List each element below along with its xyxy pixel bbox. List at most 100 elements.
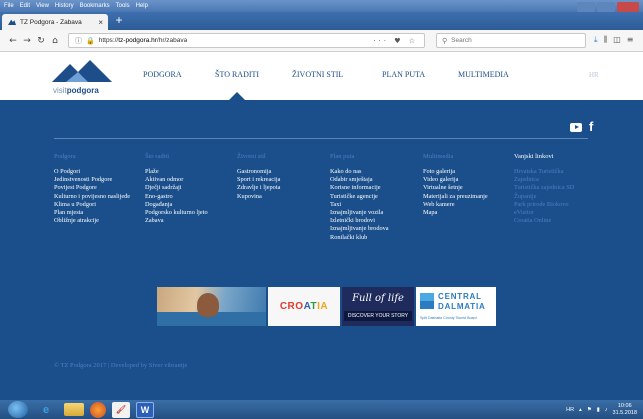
youtube-icon[interactable]: [570, 122, 582, 132]
footer-link[interactable]: Dječji sadržaji: [145, 184, 208, 192]
internet-explorer-icon[interactable]: e: [34, 402, 58, 418]
search-input[interactable]: [451, 37, 572, 44]
footer-link[interactable]: Materijali za preuzimanje: [423, 193, 488, 201]
footer-link[interactable]: Foto galerija: [423, 168, 488, 176]
menu-view[interactable]: View: [36, 3, 49, 9]
firefox-icon[interactable]: [90, 401, 106, 418]
forward-icon[interactable]: →: [20, 36, 34, 46]
footer-link[interactable]: Hrvatska Turistička: [514, 168, 574, 176]
footer-link[interactable]: Park prirode Biokovo: [514, 201, 574, 209]
footer-link[interactable]: Mapa: [423, 209, 488, 217]
sidebar-icon[interactable]: ◫: [613, 35, 621, 45]
footer-link[interactable]: Povijest Podgore: [54, 184, 130, 192]
footer-link[interactable]: Video galerija: [423, 176, 488, 184]
footer-divider: [54, 138, 588, 139]
footer-heading[interactable]: Plan puta: [330, 153, 389, 160]
footer-link[interactable]: Korisne informacije: [330, 184, 389, 192]
footer-link[interactable]: Klima u Podgori: [54, 201, 130, 209]
footer-link[interactable]: Odabir smještaja: [330, 176, 389, 184]
download-icon[interactable]: ⤓: [594, 35, 598, 45]
footer-link[interactable]: Kulturno i povijesno naslijeđe: [54, 193, 130, 201]
word-icon[interactable]: W: [136, 401, 154, 418]
footer-link[interactable]: Virtualne šetnje: [423, 184, 488, 192]
browser-search-box[interactable]: ⚲: [436, 33, 586, 48]
network-icon[interactable]: ▮: [597, 407, 600, 413]
footer-link[interactable]: Županije: [514, 193, 574, 201]
footer-link[interactable]: Plan mjesta: [54, 209, 130, 217]
nav-multimedia[interactable]: MULTIMEDIA: [458, 70, 509, 79]
home-icon[interactable]: ⌂: [48, 36, 62, 46]
footer-link[interactable]: Ronilački klub: [330, 234, 389, 242]
footer-link[interactable]: Croatia Online: [514, 217, 574, 225]
menu-tools[interactable]: Tools: [116, 3, 130, 9]
menu-edit[interactable]: Edit: [20, 3, 30, 9]
keyboard-language[interactable]: HR: [566, 407, 574, 413]
footer-link[interactable]: Plaže: [145, 168, 208, 176]
footer-link[interactable]: Zabava: [145, 217, 208, 225]
url-bar[interactable]: ⓘ 🔒 https://tz-podgora.hr/hr/zabava ··· …: [68, 33, 425, 48]
tab-active[interactable]: TZ Podgora - Zabava ×: [2, 14, 108, 30]
footer-link[interactable]: Kako do nas: [330, 168, 389, 176]
footer-link[interactable]: Obližnje atrakcije: [54, 217, 130, 225]
nav-zivotni-stil[interactable]: ŽIVOTNI STIL: [292, 70, 343, 79]
menu-help[interactable]: Help: [136, 3, 148, 9]
paint-icon[interactable]: 🖌: [112, 401, 130, 418]
footer-link[interactable]: Sport i rekreacija: [237, 176, 280, 184]
footer-link[interactable]: Iznajmljivanje brodova: [330, 225, 389, 233]
active-nav-indicator: [229, 92, 245, 100]
footer-link[interactable]: Iznajmljivanje vozila: [330, 209, 389, 217]
folder-icon[interactable]: [64, 403, 84, 416]
tab-close-icon[interactable]: ×: [98, 18, 103, 27]
url-text[interactable]: https://tz-podgora.hr/hr/zabava: [99, 37, 370, 44]
footer-link[interactable]: Kupovina: [237, 193, 280, 201]
info-icon[interactable]: ⓘ: [75, 36, 82, 46]
nav-sto-raditi[interactable]: ŠTO RADITI: [215, 70, 259, 79]
footer-heading[interactable]: Multimedia: [423, 153, 488, 160]
footer-link[interactable]: Događanja: [145, 201, 208, 209]
footer-link[interactable]: Zdravlje i ljepota: [237, 184, 280, 192]
footer-link[interactable]: Web kamere: [423, 201, 488, 209]
footer-link[interactable]: Turistička zajednica SD: [514, 184, 574, 192]
new-tab-button[interactable]: +: [112, 12, 126, 28]
footer-link[interactable]: Zajednica: [514, 176, 574, 184]
maximize-button[interactable]: [597, 2, 615, 12]
footer-heading[interactable]: Životni stil: [237, 153, 280, 160]
reload-icon[interactable]: ↻: [34, 36, 48, 46]
banner-croatia[interactable]: CROATIA: [268, 287, 340, 326]
banner-photo[interactable]: [157, 287, 266, 326]
footer-link[interactable]: Jedinstvenosti Podgore: [54, 176, 130, 184]
back-icon[interactable]: ←: [6, 36, 20, 46]
facebook-icon[interactable]: f: [589, 120, 593, 133]
menu-icon[interactable]: ≡: [627, 35, 634, 45]
footer-link[interactable]: Izletnički brodovi: [330, 217, 389, 225]
menu-file[interactable]: File: [4, 3, 14, 9]
banner-full-of-life[interactable]: Full of life DISCOVER YOUR STORY: [342, 287, 414, 326]
close-window-button[interactable]: [617, 2, 639, 12]
footer-link[interactable]: Eno-gastro: [145, 193, 208, 201]
footer-heading[interactable]: Što raditi: [145, 153, 208, 160]
footer-heading[interactable]: Podgora: [54, 153, 130, 160]
footer-link[interactable]: Gastronomija: [237, 168, 280, 176]
footer-link[interactable]: Podgorsko kulturno ljeto: [145, 209, 208, 217]
library-icon[interactable]: ⫼: [604, 35, 608, 45]
footer-link[interactable]: Taxi: [330, 201, 389, 209]
menu-history[interactable]: History: [55, 3, 74, 9]
start-button[interactable]: [8, 401, 28, 418]
language-selector[interactable]: HR: [589, 71, 599, 79]
volume-icon[interactable]: ♪: [605, 407, 608, 413]
minimize-button[interactable]: [577, 2, 595, 12]
banner-central-dalmatia[interactable]: CENTRAL DALMATIA Split Dalmatia County T…: [416, 287, 496, 326]
croatia-logo-part: A: [303, 301, 311, 312]
flag-icon[interactable]: ⚑: [587, 407, 592, 413]
menu-bookmarks[interactable]: Bookmarks: [80, 3, 110, 9]
tray-arrow-icon[interactable]: ▴: [579, 407, 582, 413]
footer-link[interactable]: eVisitor: [514, 209, 574, 217]
discover-your-story-button[interactable]: DISCOVER YOUR STORY: [343, 311, 413, 321]
clock[interactable]: 10:06 31.5.2018: [613, 403, 637, 416]
page-actions-icon[interactable]: ··· ♥ ☆: [373, 37, 418, 45]
footer-link[interactable]: Aktivan odmor: [145, 176, 208, 184]
footer-link[interactable]: O Podgori: [54, 168, 130, 176]
nav-plan-puta[interactable]: PLAN PUTA: [382, 70, 425, 79]
footer-link[interactable]: Turističke agencije: [330, 193, 389, 201]
nav-podgora[interactable]: PODGORA: [143, 70, 182, 79]
